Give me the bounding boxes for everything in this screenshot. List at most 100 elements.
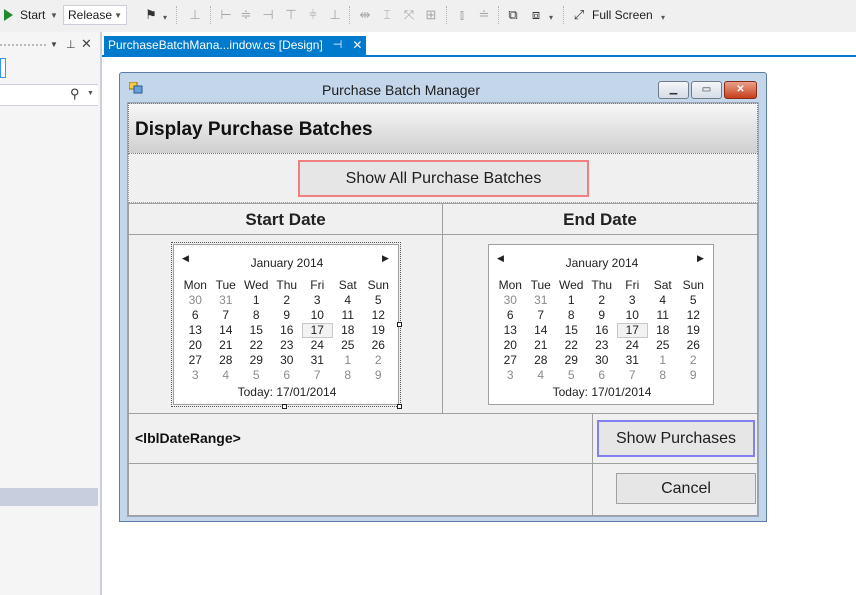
close-button[interactable]: ✕ [724,81,757,99]
attach-process-icon[interactable]: ⚑ [143,7,159,23]
calendar-day[interactable]: 9 [272,308,303,323]
calendar-day[interactable]: 17 [302,323,333,338]
end-date-calendar[interactable]: ◀ ▶ January 2014 Mon Tue Wed Thu Fri Sat Sun 30 31 1… [488,244,714,405]
calendar-day[interactable]: 14 [526,323,557,338]
maximize-button[interactable]: ▭ [691,81,722,99]
calendar-day[interactable]: 1 [241,293,272,308]
calendar-day[interactable]: 7 [526,308,557,323]
calendar-month-title[interactable]: January 2014 [174,256,400,270]
send-to-back-icon[interactable]: ⧈ [528,7,544,23]
calendar-day[interactable]: 11 [333,308,364,323]
chevron-down-icon[interactable]: ▾ [163,13,167,22]
panel-splitter[interactable] [100,32,102,595]
calendar-day[interactable]: 3 [617,293,648,308]
calendar-day[interactable]: 20 [495,338,526,353]
calendar-day[interactable]: 6 [272,368,303,383]
make-same-height-icon[interactable]: ⌶ [379,7,395,23]
calendar-day[interactable]: 8 [333,368,364,383]
calendar-day[interactable]: 1 [648,353,679,368]
calendar-day[interactable]: 30 [587,353,618,368]
tab-purchase-batch-manager-design[interactable]: PurchaseBatchMana...indow.cs [Design] ⊣ … [104,36,367,55]
calendar-day[interactable]: 4 [526,368,557,383]
bring-to-front-icon[interactable]: ⧉ [505,7,521,23]
calendar-month-title[interactable]: January 2014 [489,256,715,270]
calendar-day[interactable]: 28 [211,353,242,368]
calendar-day[interactable]: 4 [648,293,679,308]
pin-icon[interactable]: ⊣ [333,36,343,55]
center-horizontally-icon[interactable]: ⫾ [454,7,470,23]
calendar-day[interactable]: 21 [526,338,557,353]
chevron-down-icon[interactable]: ▼ [87,90,94,97]
today-label[interactable]: Today: 17/01/2014 [174,385,400,399]
make-same-width-icon[interactable]: ⇹ [357,7,373,23]
calendar-day[interactable]: 15 [556,323,587,338]
calendar-day[interactable]: 16 [272,323,303,338]
calendar-day[interactable]: 18 [648,323,679,338]
calendar-day[interactable]: 24 [617,338,648,353]
calendar-day[interactable]: 5 [678,293,709,308]
cancel-button[interactable]: Cancel [616,473,756,504]
calendar-day[interactable]: 17 [617,323,648,338]
calendar-day[interactable]: 5 [363,293,394,308]
resize-handle[interactable] [397,322,402,327]
calendar-day[interactable]: 15 [241,323,272,338]
align-to-grid-icon[interactable]: ⊥ [187,7,203,23]
calendar-day[interactable]: 27 [495,353,526,368]
align-centers-icon[interactable]: ≑ [238,7,254,23]
calendar-day[interactable]: 24 [302,338,333,353]
calendar-day[interactable]: 5 [556,368,587,383]
start-dropdown-arrow-icon[interactable]: ▼ [50,11,58,20]
calendar-day[interactable]: 10 [302,308,333,323]
show-all-purchase-batches-button[interactable]: Show All Purchase Batches [298,160,589,197]
make-same-size-icon[interactable]: ⤧ [401,7,417,23]
center-vertically-icon[interactable]: ≐ [476,7,492,23]
calendar-day[interactable]: 8 [648,368,679,383]
calendar-day[interactable]: 23 [272,338,303,353]
calendar-day[interactable]: 16 [587,323,618,338]
calendar-day[interactable]: 19 [678,323,709,338]
configuration-dropdown[interactable]: Release ▼ [63,5,127,25]
calendar-day[interactable]: 26 [363,338,394,353]
calendar-day[interactable]: 18 [333,323,364,338]
calendar-day[interactable]: 31 [302,353,333,368]
calendar-day[interactable]: 28 [526,353,557,368]
calendar-day[interactable]: 2 [363,353,394,368]
calendar-day[interactable]: 1 [333,353,364,368]
full-screen-icon[interactable]: ⤢ [571,7,587,23]
calendar-day[interactable]: 1 [556,293,587,308]
calendar-day[interactable]: 5 [241,368,272,383]
show-purchases-button[interactable]: Show Purchases [597,420,755,457]
size-to-grid-icon[interactable]: ⊞ [423,7,439,23]
calendar-day[interactable]: 9 [587,308,618,323]
calendar-day[interactable]: 19 [363,323,394,338]
calendar-day[interactable]: 11 [648,308,679,323]
calendar-day[interactable]: 10 [617,308,648,323]
calendar-day[interactable]: 25 [648,338,679,353]
calendar-day[interactable]: 21 [211,338,242,353]
calendar-day[interactable]: 6 [587,368,618,383]
calendar-day[interactable]: 31 [526,293,557,308]
full-screen-button[interactable]: Full Screen [592,8,653,22]
calendar-day[interactable]: 9 [678,368,709,383]
calendar-day[interactable]: 29 [241,353,272,368]
today-label[interactable]: Today: 17/01/2014 [489,385,715,399]
calendar-day[interactable]: 7 [617,368,648,383]
calendar-day[interactable]: 3 [180,368,211,383]
designer-form[interactable]: Purchase Batch Manager ▁ ▭ ✕ Display Pur… [119,72,767,522]
align-tops-icon[interactable]: ⊤ [283,7,299,23]
calendar-day[interactable]: 2 [678,353,709,368]
calendar-day[interactable]: 30 [180,293,211,308]
calendar-day[interactable]: 13 [495,323,526,338]
selected-panel-item[interactable] [0,488,98,506]
calendar-day[interactable]: 12 [363,308,394,323]
resize-handle[interactable] [397,404,402,409]
resize-handle[interactable] [282,404,287,409]
align-lefts-icon[interactable]: ⊢ [218,7,234,23]
chevron-down-icon[interactable]: ▾ [549,13,553,22]
calendar-day[interactable]: 7 [211,308,242,323]
calendar-day[interactable]: 14 [211,323,242,338]
start-play-icon[interactable] [4,9,13,21]
start-button[interactable]: Start [20,8,45,22]
calendar-day[interactable]: 23 [587,338,618,353]
calendar-day[interactable]: 31 [617,353,648,368]
